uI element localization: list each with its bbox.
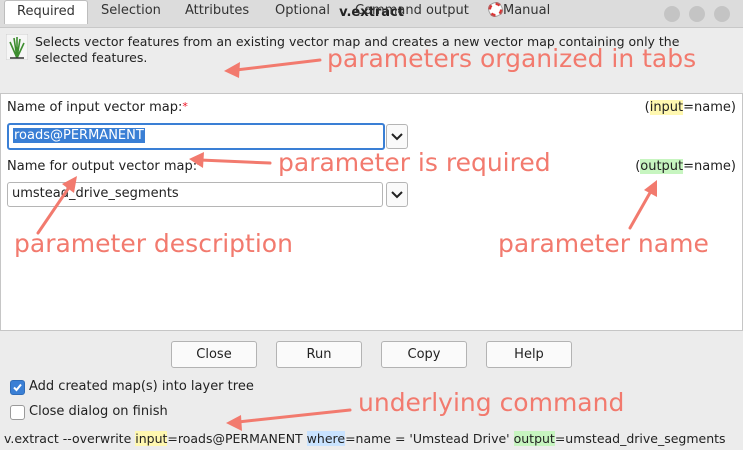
output-map-value: umstead_drive_segments bbox=[12, 186, 179, 201]
minimize-button[interactable] bbox=[664, 6, 680, 22]
close-window-button[interactable] bbox=[714, 6, 730, 22]
input-param-name: (input=name) bbox=[644, 100, 736, 115]
chevron-down-icon bbox=[391, 191, 403, 199]
annotation-tabs: parameters organized in tabs bbox=[327, 44, 697, 73]
output-param-name: (output=name) bbox=[635, 159, 736, 174]
add-to-tree-label: Add created map(s) into layer tree bbox=[29, 379, 254, 394]
output-map-field[interactable]: umstead_drive_segments bbox=[7, 182, 383, 207]
tab-required[interactable]: Required bbox=[4, 0, 88, 24]
tab-optional[interactable]: Optional bbox=[275, 0, 330, 22]
output-map-dropdown-button[interactable] bbox=[386, 182, 408, 207]
manual-lifebuoy-icon bbox=[488, 2, 503, 17]
checkbox-checked-icon bbox=[13, 383, 22, 392]
chevron-down-icon bbox=[391, 133, 403, 141]
annotation-description: parameter description bbox=[14, 229, 293, 258]
grass-logo-icon bbox=[6, 34, 28, 60]
close-on-finish-checkbox[interactable] bbox=[10, 405, 25, 420]
required-marker: * bbox=[182, 100, 188, 113]
maximize-button[interactable] bbox=[689, 6, 705, 22]
input-param-label: Name of input vector map:* bbox=[7, 100, 188, 115]
copy-button[interactable]: Copy bbox=[381, 341, 467, 368]
help-button[interactable]: Help bbox=[486, 341, 572, 368]
tab-command-output[interactable]: Command output bbox=[355, 0, 469, 22]
close-button[interactable]: Close bbox=[171, 341, 257, 368]
required-marker: * bbox=[197, 159, 203, 172]
input-map-field[interactable]: roads@PERMANENT bbox=[7, 123, 385, 150]
run-button[interactable]: Run bbox=[276, 341, 362, 368]
annotation-required: parameter is required bbox=[278, 148, 551, 177]
input-map-value: roads@PERMANENT bbox=[13, 128, 145, 143]
tab-attributes[interactable]: Attributes bbox=[185, 0, 249, 22]
annotation-command: underlying command bbox=[358, 388, 625, 417]
input-map-dropdown-button[interactable] bbox=[386, 124, 408, 149]
command-preview: v.extract --overwrite input=roads@PERMAN… bbox=[4, 431, 726, 446]
close-on-finish-label: Close dialog on finish bbox=[29, 404, 168, 419]
tab-manual[interactable]: Manual bbox=[488, 0, 550, 22]
add-to-tree-checkbox[interactable] bbox=[10, 380, 25, 395]
annotation-name: parameter name bbox=[498, 229, 709, 258]
required-panel: Name of input vector map:* (input=name) … bbox=[0, 93, 743, 331]
tab-selection[interactable]: Selection bbox=[101, 0, 161, 22]
output-param-label: Name for output vector map:* bbox=[7, 159, 203, 174]
